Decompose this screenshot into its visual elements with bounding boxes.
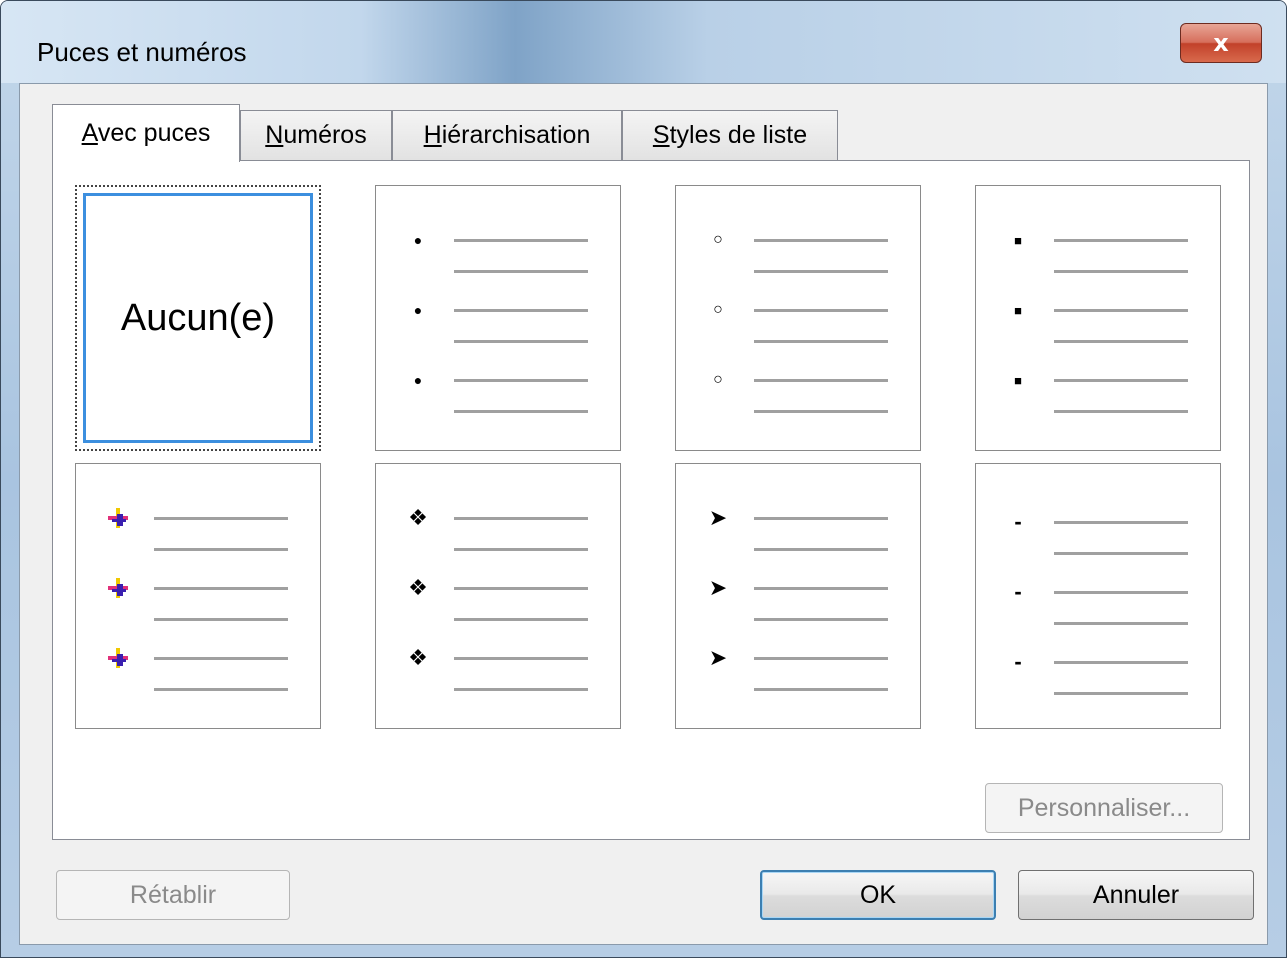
bullet-style-picture[interactable]: [75, 463, 321, 729]
preview-row: ➤: [676, 645, 920, 716]
hollow-circle-icon: ○: [713, 301, 723, 318]
tab-list-styles[interactable]: Styles de liste: [622, 110, 838, 160]
bullet-style-arrowhead[interactable]: ➤ ➤ ➤: [675, 463, 921, 729]
arrowhead-icon: ➤: [708, 645, 728, 670]
preview-row: ○: [676, 298, 920, 368]
filled-dot-icon: ●: [413, 232, 423, 248]
close-button[interactable]: x: [1180, 23, 1262, 63]
ok-button[interactable]: OK: [760, 870, 996, 920]
tab-numbers[interactable]: Numéros: [240, 110, 392, 160]
customize-button[interactable]: Personnaliser...: [985, 783, 1223, 833]
preview-row: ■: [976, 298, 1220, 368]
filled-square-icon: ■: [1014, 372, 1022, 388]
arrowhead-icon: ➤: [708, 575, 728, 600]
bullet-style-none[interactable]: Aucun(e): [75, 185, 321, 451]
preview-row: [76, 576, 320, 646]
bullet-style-hollow-circle[interactable]: ○ ○ ○: [675, 185, 921, 451]
preview-row: ●: [376, 298, 620, 368]
tab-bullets[interactable]: Avec puces: [52, 104, 240, 162]
preview-row: -: [976, 649, 1220, 720]
arrowhead-icon: ➤: [708, 505, 728, 530]
close-icon: x: [1213, 29, 1229, 57]
reset-button[interactable]: Rétablir: [56, 870, 290, 920]
tab-outline-label: Hiérarchisation: [423, 121, 591, 149]
bullet-style-filled-square[interactable]: ■ ■ ■: [975, 185, 1221, 451]
preview-row: ❖: [376, 645, 620, 716]
preview-row: ❖: [376, 575, 620, 646]
filled-dot-icon: ●: [413, 302, 423, 318]
preview-row: ➤: [676, 575, 920, 646]
tab-numbers-label: Numéros: [265, 121, 367, 149]
picture-bullet-icon: [106, 506, 130, 530]
preview-row: ➤: [676, 505, 920, 576]
preview-row: ■: [976, 228, 1220, 298]
four-diamonds-icon: ❖: [408, 505, 428, 530]
hollow-circle-icon: ○: [713, 371, 723, 388]
dash-icon: -: [1014, 509, 1022, 534]
dash-icon: -: [1014, 579, 1022, 604]
picture-bullet-icon: [106, 646, 130, 670]
tab-outline[interactable]: Hiérarchisation: [392, 110, 622, 160]
filled-dot-icon: ●: [413, 372, 423, 388]
preview-row: ●: [376, 228, 620, 298]
preview-row: -: [976, 509, 1220, 580]
hollow-circle-icon: ○: [713, 231, 723, 248]
bullets-tab-panel: Aucun(e) ● ● ● ○ ○ ○ ■ ■ ■ ❖ ❖ ❖ ➤ ➤ ➤ -…: [52, 160, 1250, 840]
tab-list-styles-label: Styles de liste: [652, 121, 808, 149]
four-diamonds-icon: ❖: [408, 645, 428, 670]
dialog-title: Puces et numéros: [37, 37, 247, 67]
preview-row: ■: [976, 368, 1220, 438]
bullet-style-four-diamonds[interactable]: ❖ ❖ ❖: [375, 463, 621, 729]
preview-row: ●: [376, 368, 620, 438]
bullet-style-filled-dot[interactable]: ● ● ●: [375, 185, 621, 451]
bullets-numbering-dialog: Puces et numéros x Avec puces Numéros Hi…: [0, 0, 1287, 958]
preview-row: -: [976, 579, 1220, 650]
preview-row: [76, 646, 320, 716]
bullet-style-none-label: Aucun(e): [120, 297, 276, 339]
dialog-client-area: Avec puces Numéros Hiérarchisation Style…: [19, 83, 1268, 945]
preview-row: ○: [676, 228, 920, 298]
tab-bullets-label: Avec puces: [81, 119, 211, 147]
title-bar: Puces et numéros x: [1, 1, 1286, 83]
four-diamonds-icon: ❖: [408, 575, 428, 600]
filled-square-icon: ■: [1014, 302, 1022, 318]
preview-row: ○: [676, 368, 920, 438]
cancel-button[interactable]: Annuler: [1018, 870, 1254, 920]
filled-square-icon: ■: [1014, 232, 1022, 248]
preview-row: [76, 506, 320, 576]
picture-bullet-icon: [106, 576, 130, 600]
dash-icon: -: [1014, 649, 1022, 674]
bullet-style-dash[interactable]: - - -: [975, 463, 1221, 729]
preview-row: ❖: [376, 505, 620, 576]
